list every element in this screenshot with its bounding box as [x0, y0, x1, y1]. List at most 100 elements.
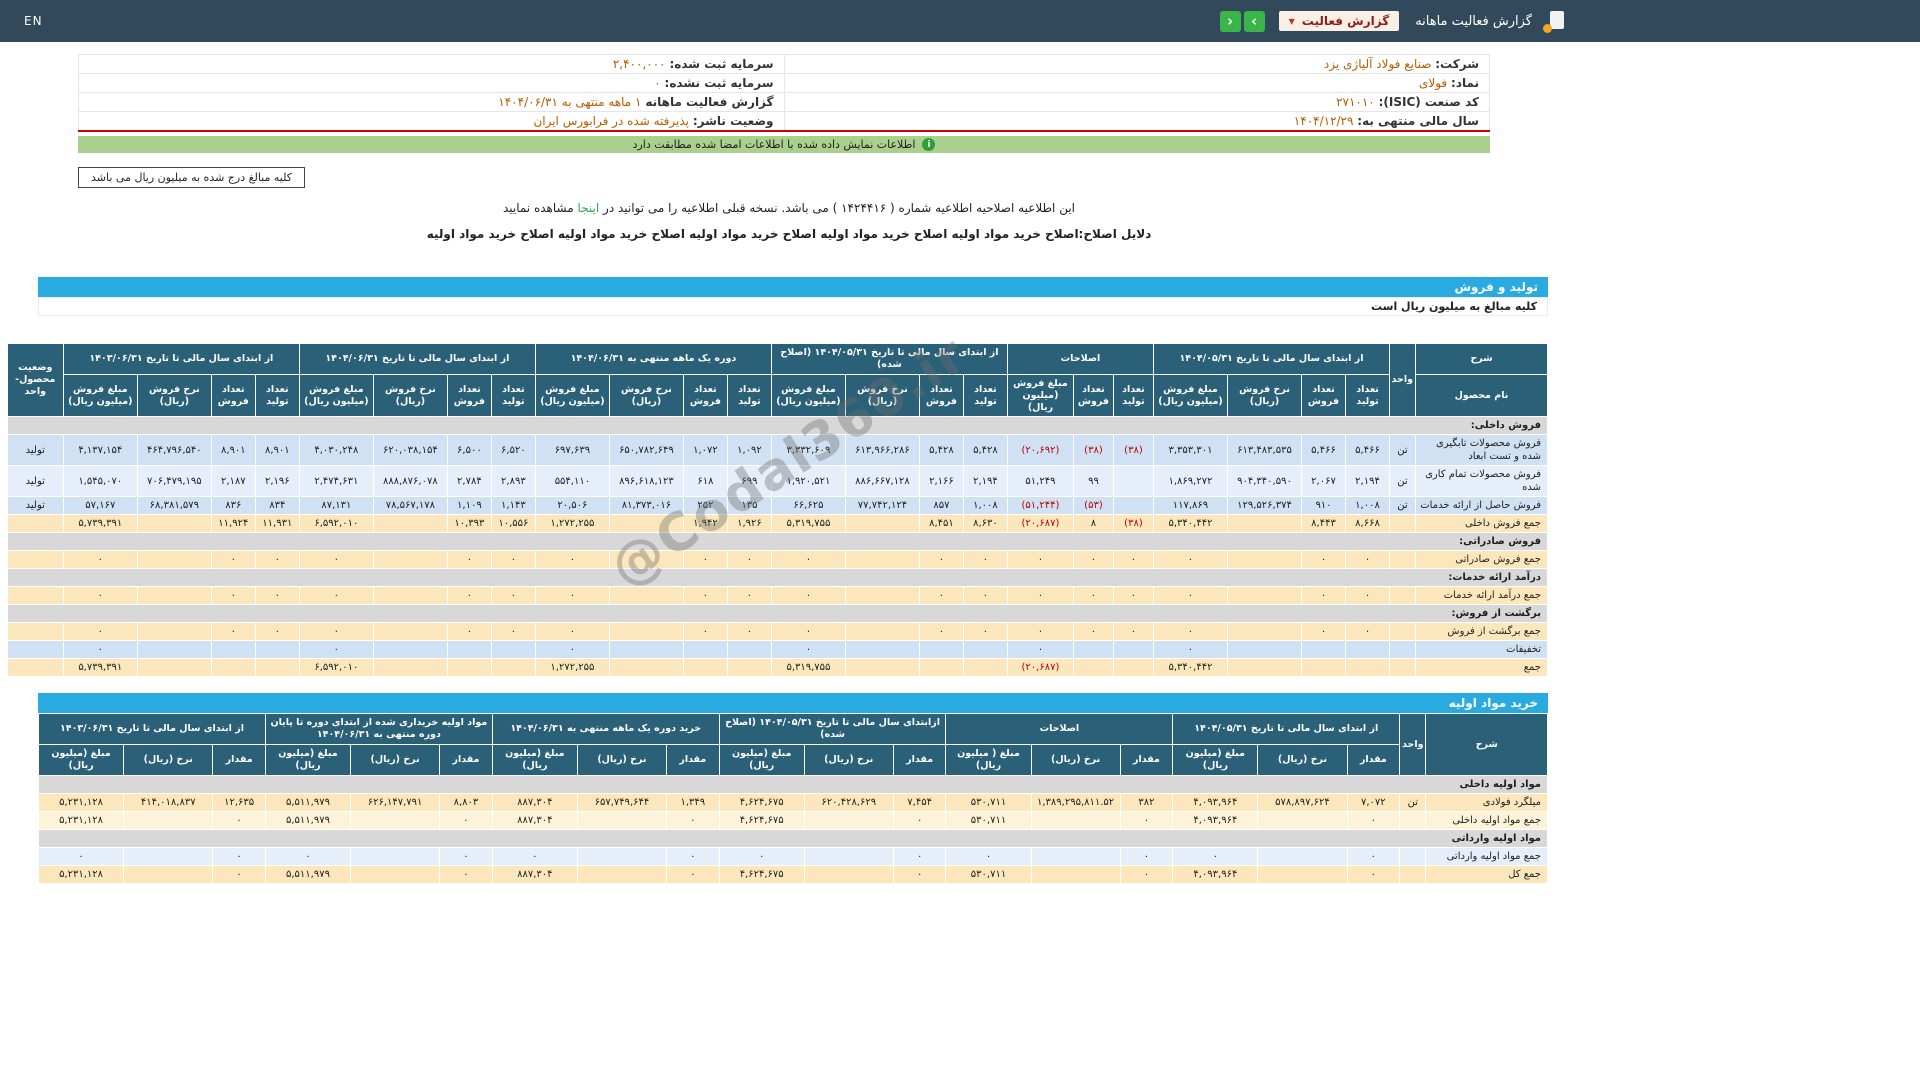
value-cell: ۱,۱۴۳ — [490, 496, 536, 516]
value-cell — [844, 640, 920, 660]
value-cell: (۳۸) — [1072, 434, 1114, 467]
value-cell — [254, 658, 300, 678]
value-cell: ۰ — [298, 640, 374, 660]
value-cell — [1227, 514, 1302, 534]
col-sub-header: تعداد فروش — [446, 373, 492, 418]
value-cell: ۷۸,۵۶۷,۱۷۸ — [372, 496, 448, 516]
col-header-desc: شرح — [1425, 713, 1548, 776]
value-cell: ۰ — [918, 622, 964, 642]
value-cell: ۵,۵۱۱,۹۷۹ — [264, 792, 352, 812]
value-cell: ۵,۴۶۶ — [1301, 434, 1346, 467]
col-group-header: ازابتدای سال مالی تا تاریخ ۱۴۰۴/۰۵/۳۱ (ا… — [718, 713, 947, 746]
value-cell — [446, 640, 492, 660]
value-cell: ۰ — [446, 622, 492, 642]
value-cell: ۴,۰۹۳,۹۶۴ — [1172, 864, 1259, 884]
col-sub-header: مبلغ (میلیون ریال) — [718, 744, 805, 776]
value-cell: ۸۹۶,۶۱۸,۱۲۳ — [608, 465, 684, 498]
status-cell — [6, 514, 64, 534]
value-cell — [1257, 864, 1348, 884]
col-group-header: از ابتدای سال مالی تا تاریخ ۱۴۰۳/۰۶/۳۱ — [38, 713, 266, 746]
value-cell: ۲,۱۸۷ — [210, 465, 256, 498]
value-cell: ۰ — [62, 622, 138, 642]
value-cell: ۰ — [210, 586, 256, 606]
value-cell: ۵۱,۲۴۹ — [1006, 465, 1074, 498]
value-cell: ۰ — [62, 550, 138, 570]
value-cell: ۵,۳۴۰,۴۴۲ — [1152, 514, 1229, 534]
value-cell: ۰ — [770, 622, 846, 642]
value-cell: ۰ — [254, 622, 300, 642]
value-cell: ۰ — [446, 550, 492, 570]
value-cell — [1112, 640, 1154, 660]
value-cell: ۰ — [770, 550, 846, 570]
next-report-button[interactable]: › — [1243, 10, 1265, 32]
value-cell — [1227, 586, 1302, 606]
col-sub-header: تعداد فروش — [210, 373, 256, 418]
report-body: @Codal360.ir تولید و فروش کلیه مبالغ به … — [6, 277, 1549, 884]
value-cell: ۰ — [892, 846, 947, 866]
prev-report-button[interactable]: ‹ — [1219, 10, 1241, 32]
value-cell — [803, 864, 894, 884]
value-cell: ۵,۴۲۸ — [918, 434, 964, 467]
language-toggle-en[interactable]: EN — [14, 14, 43, 28]
value-cell: ۲,۷۸۴ — [446, 465, 492, 498]
unit-cell — [1389, 550, 1416, 570]
value-cell: ۱۰,۵۵۶ — [490, 514, 536, 534]
value-cell: ۲,۸۹۳ — [490, 465, 536, 498]
header-group-row: شرح واحد از ابتدای سال مالی تا تاریخ ۱۴۰۴/… — [38, 713, 1548, 776]
value-cell: ۰ — [490, 586, 536, 606]
value-cell: ۱,۹۴۲ — [682, 514, 728, 534]
value-cell: ۶۱۳,۴۸۳,۵۳۵ — [1227, 434, 1302, 467]
value-cell — [1227, 640, 1302, 660]
previous-version-link[interactable]: اینجا — [578, 201, 600, 215]
value-cell: ۷۰۶,۴۷۹,۱۹۵ — [136, 465, 212, 498]
value-cell: ۰ — [1072, 622, 1114, 642]
amounts-note-row: کلیه مبالغ درج شده به میلیون ریال می باش… — [0, 166, 1578, 188]
value-cell: ۸ — [1072, 514, 1114, 534]
row-label-cell: جمع کل — [1425, 864, 1548, 884]
col-sub-header: مبلغ (میلیون ریال) — [491, 744, 578, 776]
value-cell: ۰ — [1301, 586, 1346, 606]
value-cell: ۳,۳۳۲,۶۰۹ — [770, 434, 846, 467]
value-cell: ۰ — [439, 846, 493, 866]
amendment-notice: این اطلاعیه اصلاحیه اطلاعیه شماره ( ۱۴۲۴… — [0, 201, 1578, 215]
unit-cell — [1389, 658, 1416, 678]
value-cell: ۱۱,۹۲۴ — [210, 514, 256, 534]
value-cell: ۱۱۷,۸۶۹ — [1152, 496, 1229, 516]
col-sub-header: نرخ فروش (ریال) — [1227, 373, 1302, 418]
col-sub-header: مبلغ فروش (میلیون ریال) — [62, 373, 138, 418]
value-cell: ۰ — [298, 550, 374, 570]
status-cell: تولید — [6, 434, 64, 467]
header-sub-row: مقدار نرخ (ریال) مبلغ (میلیون ریال) مقدار نر… — [37, 744, 1548, 776]
report-icon[interactable] — [1543, 11, 1564, 33]
value-cell: ۰ — [1346, 846, 1401, 866]
value-cell: ۸,۶۶۸ — [1345, 514, 1390, 534]
badge-icon — [1543, 24, 1552, 33]
report-type-dropdown[interactable]: گزارش فعالیت ▼ — [1278, 11, 1400, 31]
value-cell — [136, 640, 212, 660]
value-cell: ۰ — [534, 640, 610, 660]
col-sub-header: تعداد تولید — [1112, 373, 1154, 418]
value-cell: ۱,۳۸۹,۲۹۵,۸۱۱.۵۲ — [1030, 792, 1121, 812]
table-row: مواد اولیه وارداتی — [38, 828, 1548, 848]
value-cell: ۸,۹۰۱ — [210, 434, 256, 467]
value-cell: ۵,۵۱۱,۹۷۹ — [264, 810, 352, 830]
table-row: فروش محصولات تمام کاری شده تن ۲,۱۹۴ ۲,۰۶۷ ۹۰… — [6, 465, 1548, 498]
value-cell: ۰ — [298, 622, 374, 642]
amendment-text-after: مشاهده نمایید — [502, 201, 574, 215]
company-name-link[interactable]: صنایع فولاد آلیاژی یزد — [1324, 57, 1432, 71]
document-icon — [1550, 11, 1564, 29]
value-cell — [844, 658, 920, 678]
value-cell — [136, 586, 212, 606]
value-cell: ۰ — [37, 846, 125, 866]
unit-cell — [1399, 810, 1427, 830]
col-sub-header: نرخ فروش (ریال) — [372, 373, 448, 418]
value-cell: ۰ — [62, 640, 138, 660]
value-cell — [576, 846, 667, 866]
chevron-down-icon: ▼ — [1288, 16, 1295, 26]
status-cell: تولید — [6, 465, 64, 498]
value-cell: ۳,۳۵۳,۳۰۱ — [1152, 434, 1229, 467]
value-cell: ۰ — [1345, 586, 1390, 606]
section-row-label: مواد اولیه وارداتی — [38, 828, 1548, 848]
value-cell: ۸۳۴ — [254, 496, 300, 516]
issuer-status-label: وضعیت ناشر: — [692, 114, 774, 128]
